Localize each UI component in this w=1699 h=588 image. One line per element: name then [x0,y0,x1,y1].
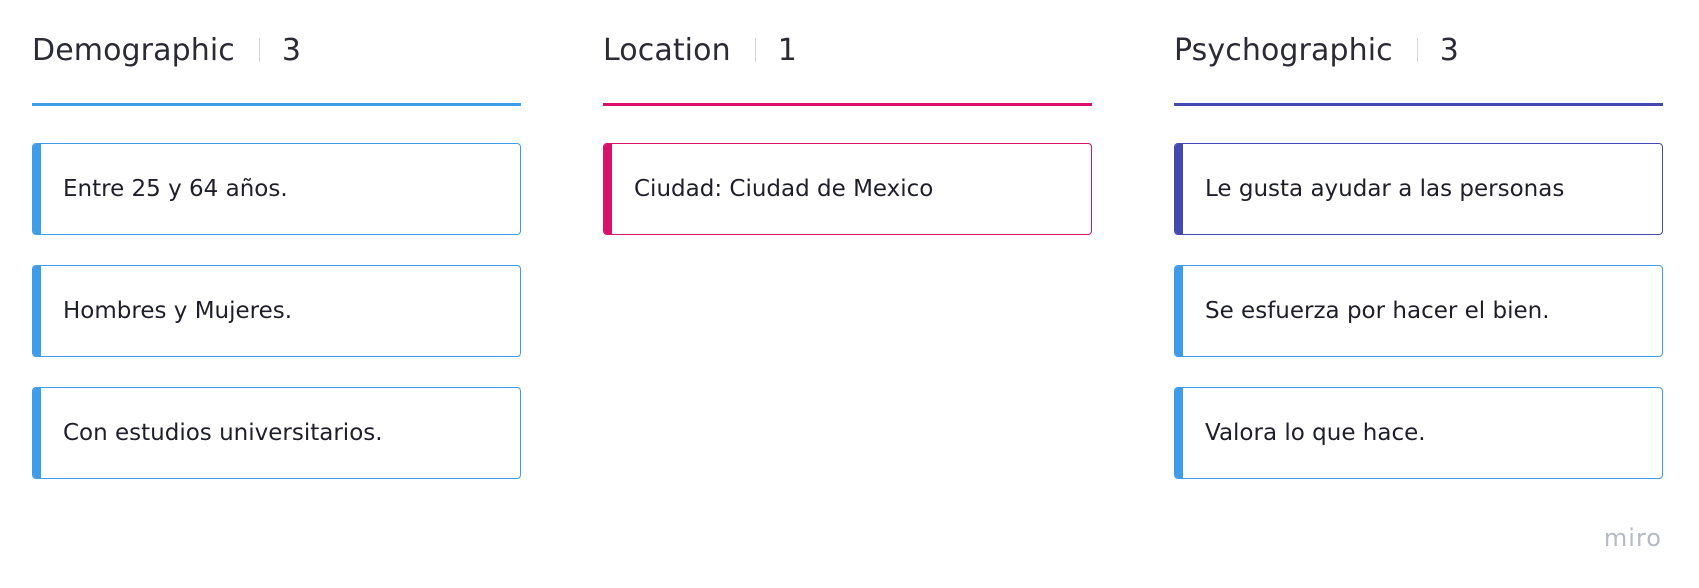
card-text: Le gusta ayudar a las personas [1205,176,1565,202]
column-header: Demographic 3 [32,30,301,70]
card-text: Hombres y Mujeres. [63,298,293,324]
card-count: 3 [281,32,301,68]
card-text: Ciudad: Ciudad de Mexico [634,176,934,202]
card-color-stripe [1175,266,1183,356]
column-title[interactable]: Psychographic [1174,33,1393,68]
card-color-stripe [33,144,41,234]
column-title[interactable]: Location [603,33,731,68]
card-color-stripe [1175,388,1183,478]
card[interactable]: Se esfuerza por hacer el bien. [1174,265,1663,357]
column-underline [603,103,1092,106]
column-title[interactable]: Demographic [32,33,235,68]
card-text: Con estudios universitarios. [63,420,383,446]
card[interactable]: Valora lo que hace. [1174,387,1663,479]
miro-logo: miro [1603,524,1662,552]
card-text: Valora lo que hace. [1205,420,1426,446]
card[interactable]: Con estudios universitarios. [32,387,521,479]
card-count: 1 [777,32,797,68]
header-divider [258,38,260,62]
card-color-stripe [33,388,41,478]
card-color-stripe [604,144,612,234]
card-text: Entre 25 y 64 años. [63,176,288,202]
card-text: Se esfuerza por hacer el bien. [1205,298,1550,324]
card-count: 3 [1439,32,1459,68]
card[interactable]: Ciudad: Ciudad de Mexico [603,143,1092,235]
column-header: Location 1 [603,30,797,70]
column-underline [1174,103,1663,106]
card-color-stripe [1175,144,1183,234]
header-divider [754,38,756,62]
header-divider [1416,38,1418,62]
card[interactable]: Hombres y Mujeres. [32,265,521,357]
card-color-stripe [33,266,41,356]
column-underline [32,103,521,106]
column-header: Psychographic 3 [1174,30,1459,70]
card[interactable]: Entre 25 y 64 años. [32,143,521,235]
card[interactable]: Le gusta ayudar a las personas [1174,143,1663,235]
